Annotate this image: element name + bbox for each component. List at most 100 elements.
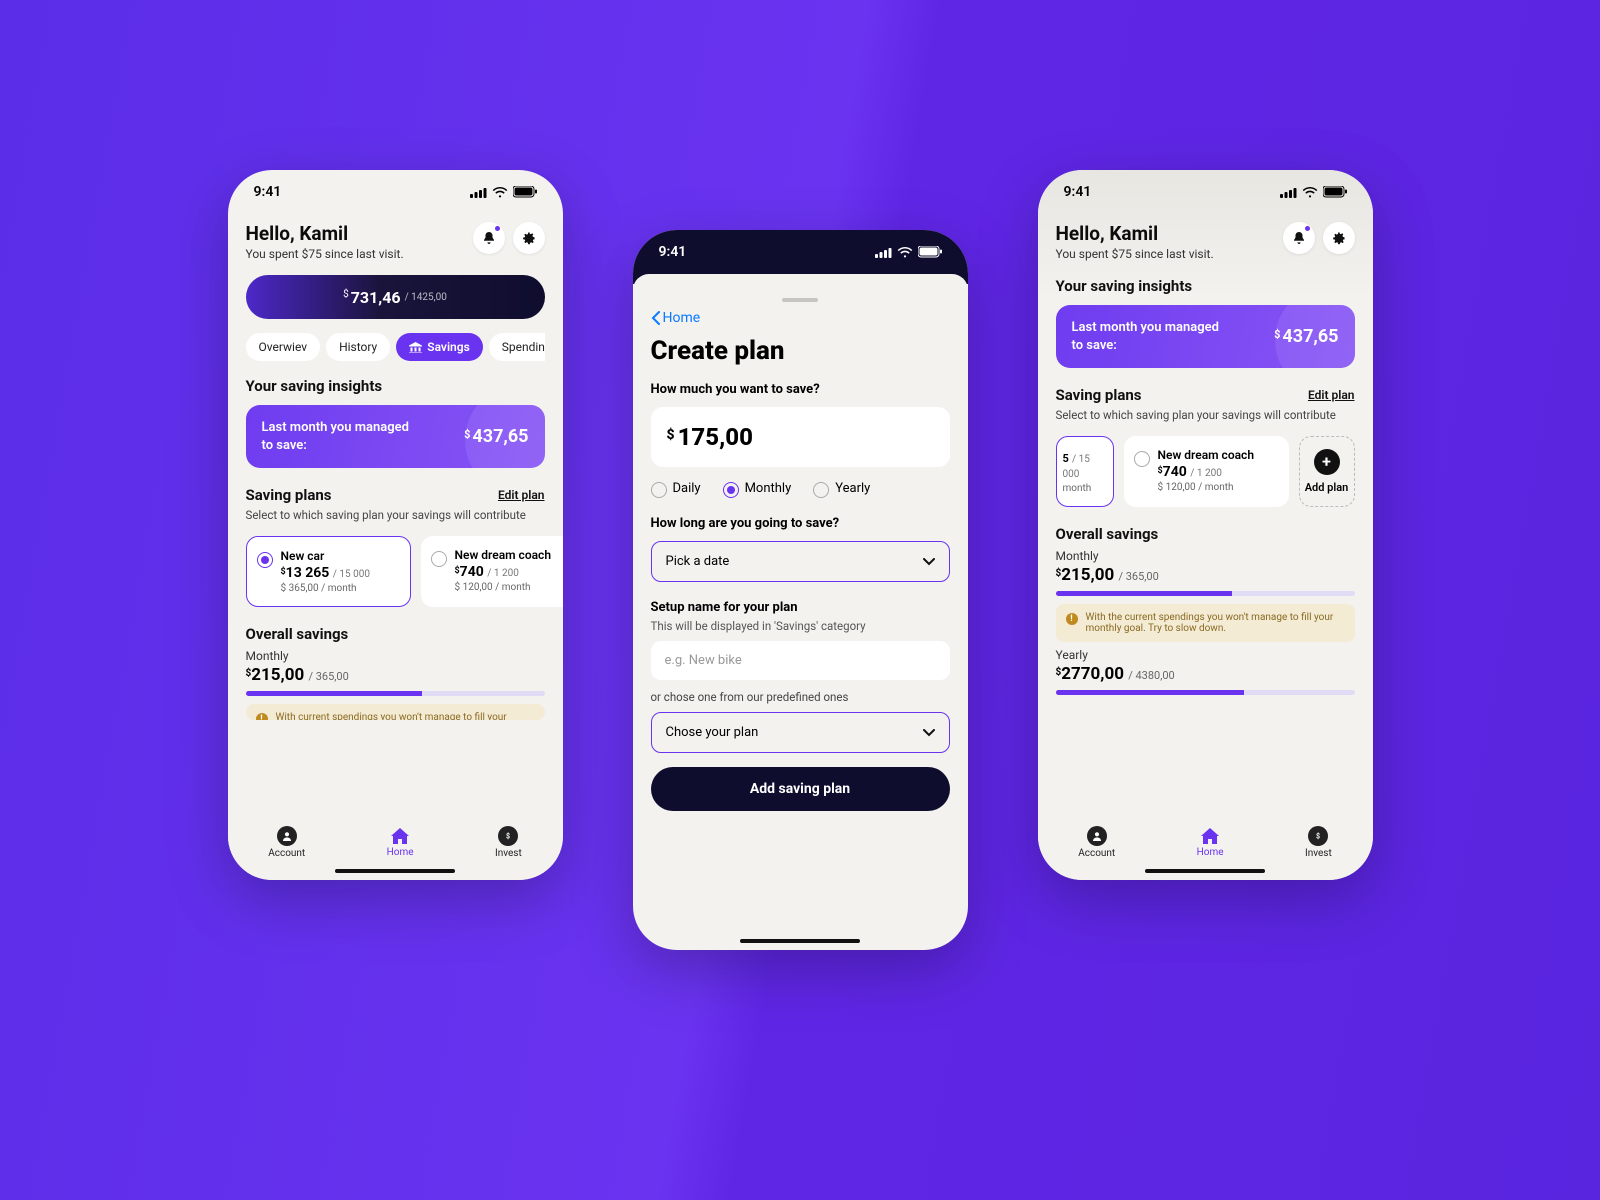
status-bar: 9:41	[1038, 170, 1373, 214]
home-icon	[1200, 827, 1220, 845]
account-icon	[277, 826, 297, 846]
freq-yearly[interactable]: Yearly	[813, 479, 870, 498]
freq-daily[interactable]: Daily	[651, 479, 701, 498]
status-bar: 9:41	[228, 170, 563, 214]
notifications-button[interactable]	[1283, 222, 1315, 254]
question-duration: How long are you going to save?	[651, 516, 950, 531]
nav-account[interactable]: Account	[268, 826, 305, 859]
question-amount: How much you want to save?	[651, 382, 950, 397]
plans-subtitle: Select to which saving plan your savings…	[246, 508, 545, 524]
radio-icon	[813, 482, 829, 498]
status-icons	[470, 186, 537, 198]
add-plan-button[interactable]: + Add plan	[1299, 436, 1355, 507]
plans-title: Saving plans	[1056, 386, 1142, 404]
amount-input[interactable]: $175,00	[651, 407, 950, 467]
wifi-icon	[492, 187, 508, 198]
date-select[interactable]: Pick a date	[651, 541, 950, 582]
radio-unselected[interactable]	[431, 551, 447, 567]
tab-savings[interactable]: Savings	[396, 333, 483, 361]
nav-account[interactable]: Account	[1078, 826, 1115, 859]
predefined-select[interactable]: Chose your plan	[651, 712, 950, 753]
nav-home[interactable]: Home	[1197, 827, 1224, 858]
tab-history[interactable]: History	[326, 333, 390, 361]
status-time: 9:41	[1064, 184, 1092, 200]
radio-selected[interactable]	[257, 552, 273, 568]
balance-pill[interactable]: $ 731,46 / 1425,00	[246, 275, 545, 319]
tabs: Overwiev History Savings Spending	[246, 333, 545, 361]
svg-text:$: $	[1316, 832, 1320, 840]
sheet-grabber[interactable]	[782, 298, 818, 302]
tab-overview[interactable]: Overwiev	[246, 333, 321, 361]
plans-subtitle: Select to which saving plan your savings…	[1056, 408, 1355, 424]
radio-icon	[651, 482, 667, 498]
add-saving-plan-button[interactable]: Add saving plan	[651, 767, 950, 811]
question-name: Setup name for your plan	[651, 600, 950, 615]
signal-icon	[1280, 187, 1297, 198]
content: Hello, Kamil You spent $75 since last vi…	[228, 214, 563, 810]
back-link[interactable]: Home	[651, 308, 950, 336]
greeting-title: Hello, Kamil	[246, 222, 404, 245]
overall-monthly-label: Monthly	[1056, 549, 1355, 563]
status-bar: 9:41	[633, 230, 968, 274]
freq-monthly[interactable]: Monthly	[723, 479, 792, 498]
signal-icon	[875, 247, 892, 258]
phone-create-plan: 9:41 Home Create plan How much you want …	[633, 230, 968, 950]
gear-icon	[522, 231, 536, 245]
account-icon	[1087, 826, 1107, 846]
nav-invest[interactable]: $Invest	[495, 826, 522, 859]
greeting-sub: You spent $75 since last visit.	[1056, 247, 1214, 261]
tab-spending[interactable]: Spending	[489, 333, 545, 361]
wifi-icon	[897, 247, 913, 258]
battery-icon	[918, 246, 942, 258]
warning-icon: !	[256, 713, 268, 720]
greeting-title: Hello, Kamil	[1056, 222, 1214, 245]
radio-icon	[723, 482, 739, 498]
status-icons	[875, 246, 942, 258]
battery-icon	[513, 186, 537, 198]
insight-card[interactable]: Last month you managed to save: $437,65	[1056, 305, 1355, 368]
notifications-button[interactable]	[473, 222, 505, 254]
chevron-left-icon	[651, 311, 660, 325]
plan-card-coach[interactable]: New dream coach $740 / 1 200 $ 120,00 / …	[421, 536, 563, 607]
bank-icon	[409, 342, 422, 353]
overall-title: Overall savings	[1056, 525, 1355, 543]
settings-button[interactable]	[1323, 222, 1355, 254]
battery-icon	[1323, 186, 1347, 198]
frequency-group: Daily Monthly Yearly	[651, 479, 950, 498]
greeting-sub: You spent $75 since last visit.	[246, 247, 404, 261]
insight-card[interactable]: Last month you managed to save: $437,65	[246, 405, 545, 468]
edit-plan-link[interactable]: Edit plan	[1308, 388, 1355, 402]
edit-plan-link[interactable]: Edit plan	[498, 488, 545, 502]
insights-title: Your saving insights	[246, 377, 545, 395]
plan-card-coach[interactable]: New dream coach $740 / 1 200 $ 120,00 / …	[1124, 436, 1289, 507]
nav-invest[interactable]: $Invest	[1305, 826, 1332, 859]
phone-overall: 9:41 Hello, Kamil You spent $75 since la…	[1038, 170, 1373, 880]
content: Hello, Kamil You spent $75 since last vi…	[1038, 214, 1373, 695]
overall-monthly-label: Monthly	[246, 649, 545, 663]
status-time: 9:41	[254, 184, 282, 200]
nav-home[interactable]: Home	[387, 827, 414, 858]
plan-card-partial[interactable]: 5 / 15 000 month	[1056, 436, 1114, 507]
name-hint: This will be displayed in 'Savings' cate…	[651, 619, 950, 633]
home-indicator	[335, 869, 455, 873]
plan-name: New car	[281, 549, 370, 563]
chevron-down-icon	[923, 558, 935, 566]
plus-icon: +	[1314, 449, 1340, 475]
radio-unselected[interactable]	[1134, 451, 1150, 467]
plan-card-newcar[interactable]: New car $13 265 / 15 000 $ 365,00 / mont…	[246, 536, 411, 607]
svg-text:$: $	[506, 832, 510, 840]
tab-savings-label: Savings	[427, 340, 470, 354]
insights-title: Your saving insights	[1056, 277, 1355, 295]
status-time: 9:41	[659, 244, 687, 260]
monthly-progress	[246, 691, 545, 696]
settings-button[interactable]	[513, 222, 545, 254]
plan-name: New dream coach	[455, 548, 552, 562]
insight-amount: 437,65	[472, 426, 528, 447]
phone-savings: 9:41 Hello, Kamil You spent $75 since la…	[228, 170, 563, 880]
plan-name-input[interactable]: e.g. New bike	[651, 641, 950, 680]
home-icon	[390, 827, 410, 845]
wifi-icon	[1302, 187, 1318, 198]
greeting: Hello, Kamil You spent $75 since last vi…	[1056, 222, 1214, 261]
warning-banner: !With current spendings you won't manage…	[246, 704, 545, 720]
plans-title: Saving plans	[246, 486, 332, 504]
